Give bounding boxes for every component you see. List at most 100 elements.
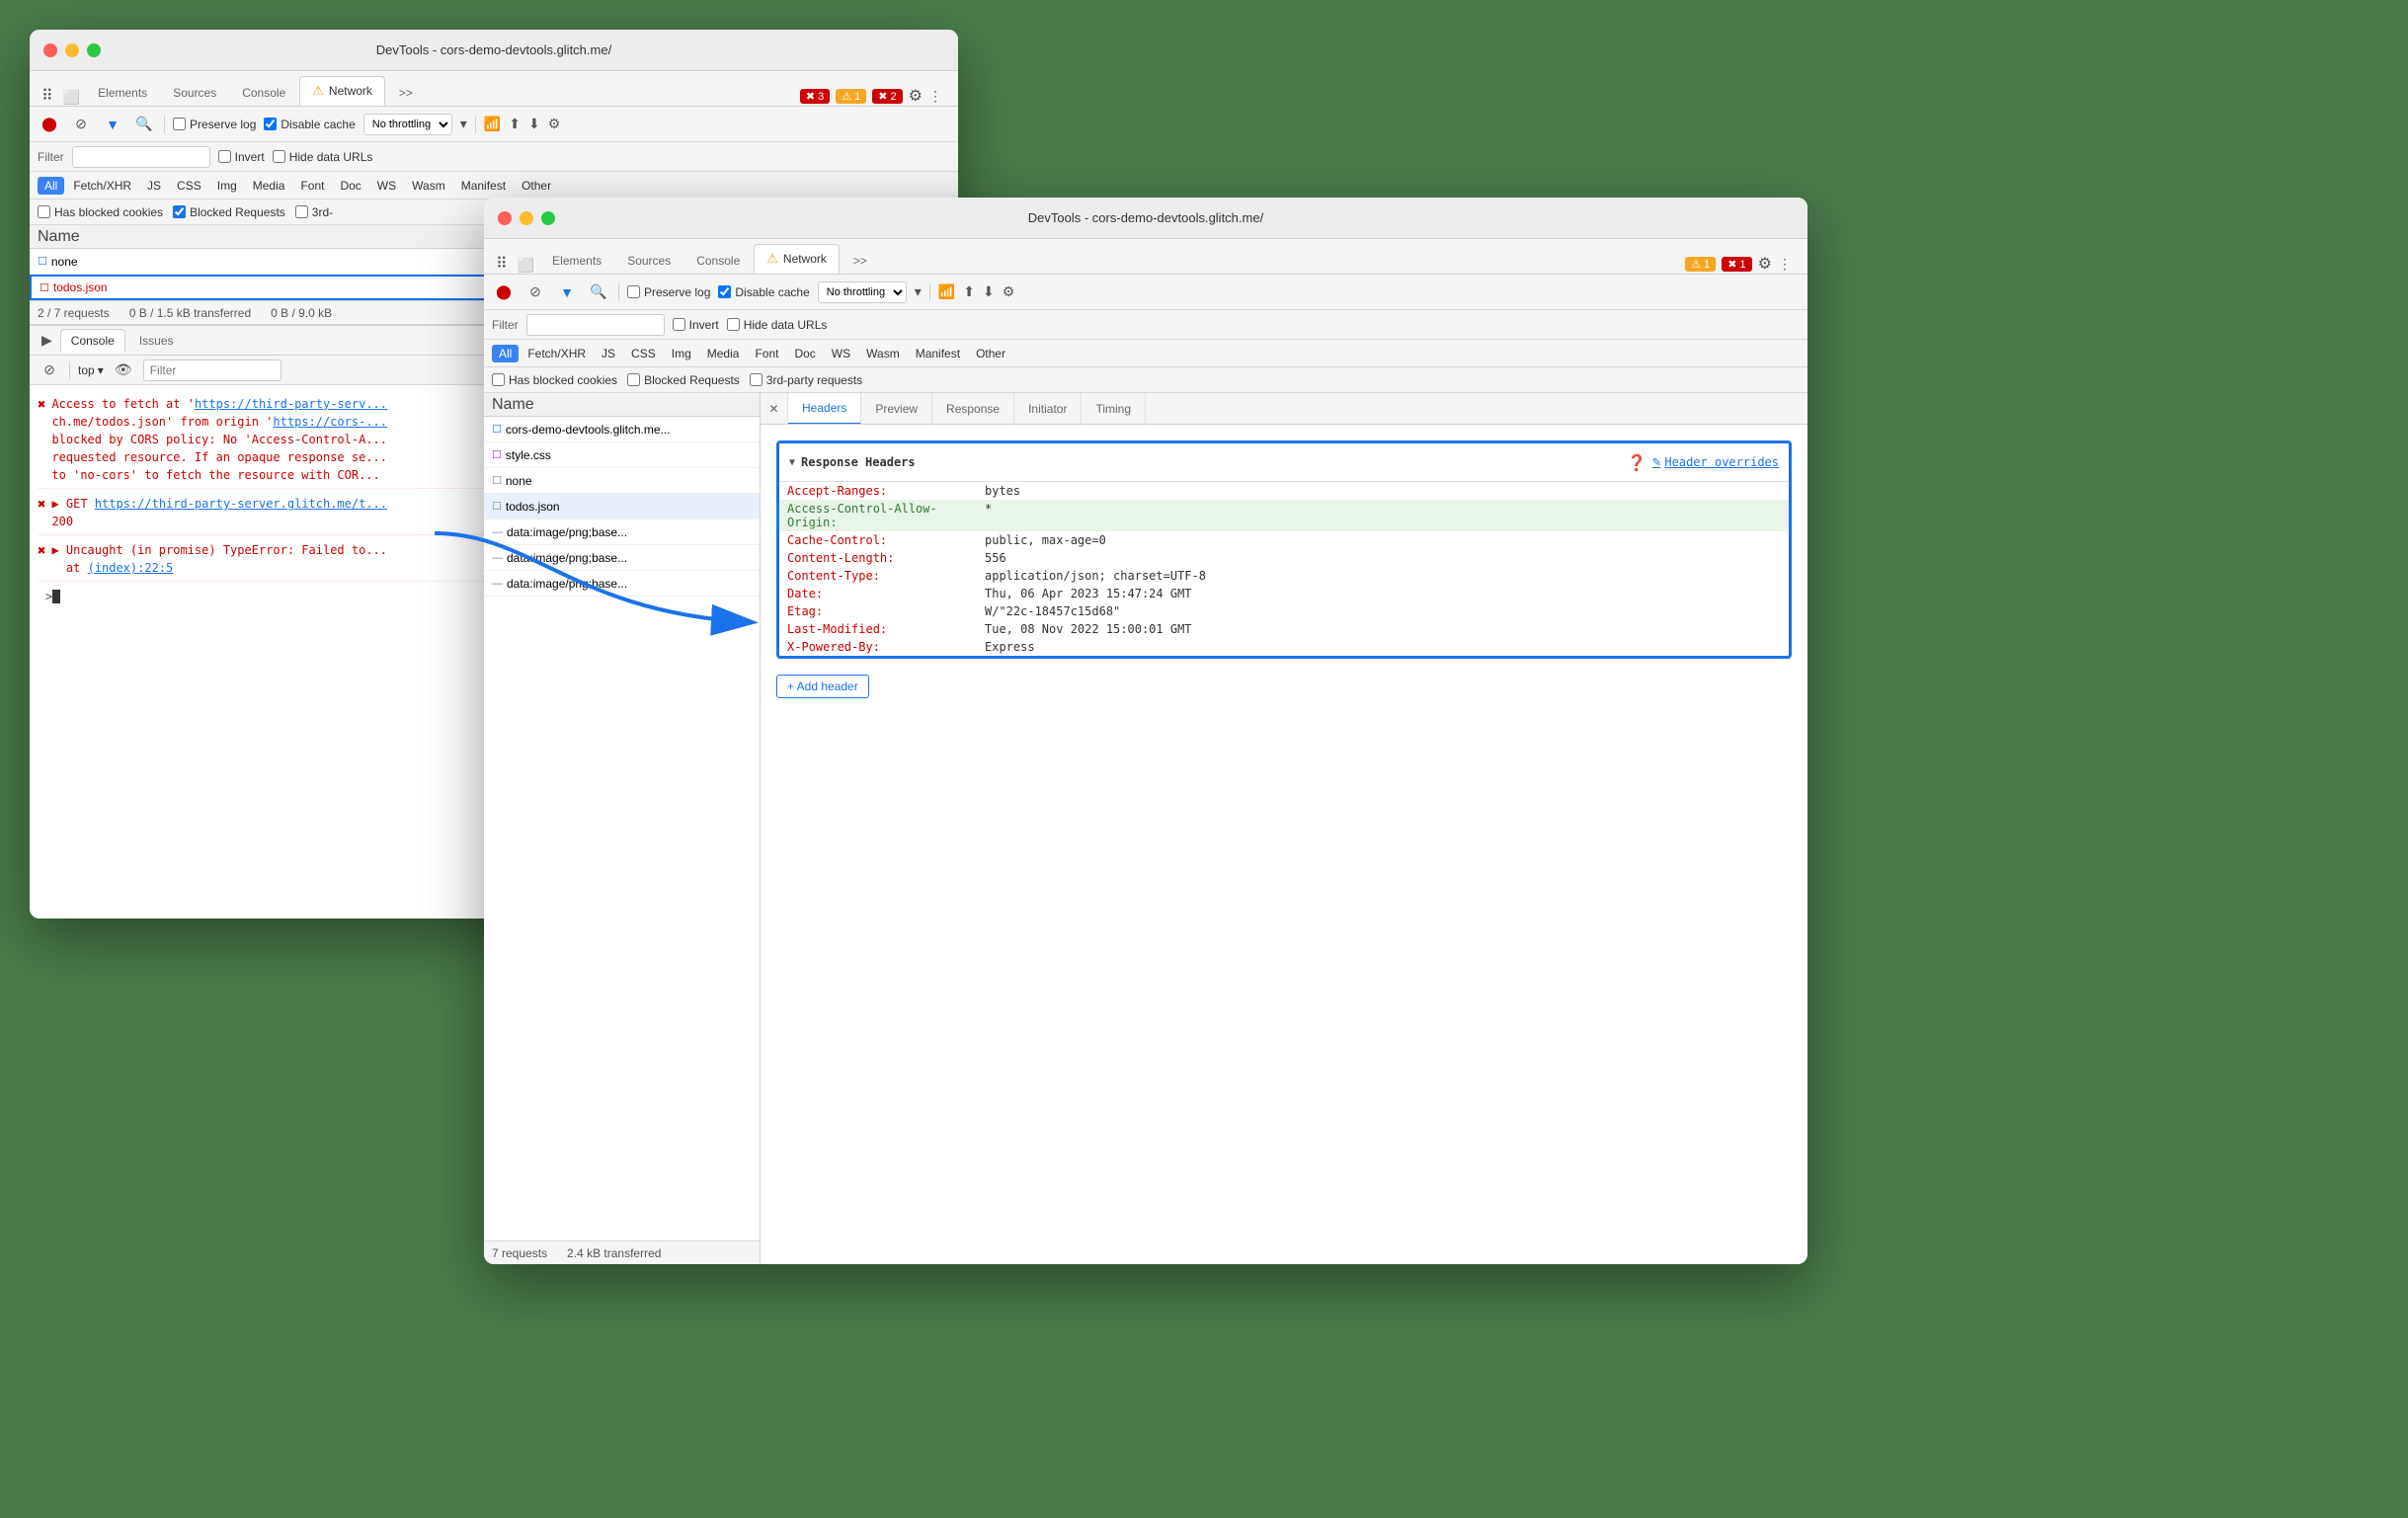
blocked-requests-cb-1[interactable] bbox=[173, 205, 186, 218]
table-row[interactable]: — data:image/png;base... bbox=[484, 545, 760, 571]
index-link-1[interactable]: (index):22:5 bbox=[88, 561, 174, 575]
clear-button-1[interactable]: ⊘ bbox=[69, 113, 93, 136]
disable-cache-checkbox-2[interactable] bbox=[718, 285, 731, 298]
add-header-button-2[interactable]: + Add header bbox=[776, 675, 869, 698]
maximize-button-1[interactable] bbox=[87, 43, 101, 57]
more-icon-2[interactable]: ⋮ bbox=[1778, 256, 1792, 273]
minimize-button-2[interactable] bbox=[520, 211, 533, 225]
origin-url-1[interactable]: https://cors-... bbox=[273, 415, 387, 429]
clear-button-2[interactable]: ⊘ bbox=[523, 280, 547, 304]
search-button-1[interactable]: 🔍 bbox=[132, 113, 156, 136]
type-other-2[interactable]: Other bbox=[969, 345, 1012, 362]
tab-console-panel-1[interactable]: Console bbox=[60, 329, 125, 353]
detail-tab-headers-2[interactable]: Headers bbox=[788, 393, 861, 425]
third-party-label-2[interactable]: 3rd-party requests bbox=[750, 373, 862, 387]
throttle-select-2[interactable]: No throttling bbox=[818, 281, 907, 303]
hide-data-urls-checkbox-2[interactable] bbox=[727, 318, 740, 331]
blocked-cookies-label-2[interactable]: Has blocked cookies bbox=[492, 373, 617, 387]
eye-icon-1[interactable]: 👁 bbox=[112, 359, 135, 382]
disable-cache-label-1[interactable]: Disable cache bbox=[264, 118, 355, 131]
blocked-requests-cb-2[interactable] bbox=[627, 373, 640, 386]
third-party-cb-1[interactable] bbox=[295, 205, 308, 218]
maximize-button-2[interactable] bbox=[541, 211, 555, 225]
fetch-url-1[interactable]: https://third-party-serv... bbox=[195, 397, 387, 411]
detail-tab-response-2[interactable]: Response bbox=[932, 393, 1014, 425]
header-overrides-btn-2[interactable]: ✎ Header overrides bbox=[1652, 454, 1779, 470]
hide-data-urls-checkbox-1[interactable] bbox=[273, 150, 285, 163]
stop-button-1[interactable]: ⬤ bbox=[38, 113, 61, 136]
settings-icon-1[interactable]: ⚙ bbox=[909, 86, 923, 106]
tab-more-1[interactable]: >> bbox=[387, 80, 425, 106]
tab-console-2[interactable]: Console bbox=[684, 248, 752, 274]
close-button-2[interactable] bbox=[498, 211, 512, 225]
tab-sources-1[interactable]: Sources bbox=[161, 80, 228, 106]
detail-tab-preview-2[interactable]: Preview bbox=[861, 393, 932, 425]
preserve-log-checkbox-1[interactable] bbox=[173, 118, 186, 130]
type-fetch-xhr-1[interactable]: Fetch/XHR bbox=[66, 177, 138, 195]
third-party-cb-2[interactable] bbox=[750, 373, 763, 386]
filter-input-2[interactable] bbox=[526, 314, 665, 336]
type-js-2[interactable]: JS bbox=[595, 345, 622, 362]
type-other-1[interactable]: Other bbox=[515, 177, 558, 195]
console-filter-1[interactable] bbox=[143, 360, 281, 381]
preserve-log-checkbox-2[interactable] bbox=[627, 285, 640, 298]
tab-network-1[interactable]: ⚠ Network bbox=[299, 76, 385, 106]
type-manifest-2[interactable]: Manifest bbox=[909, 345, 967, 362]
more-icon-1[interactable]: ⋮ bbox=[928, 88, 942, 105]
type-wasm-1[interactable]: Wasm bbox=[405, 177, 452, 195]
table-row[interactable]: ☐ style.css bbox=[484, 442, 760, 468]
tab-issues-1[interactable]: Issues bbox=[129, 330, 184, 352]
hide-data-urls-label-1[interactable]: Hide data URLs bbox=[273, 150, 373, 164]
invert-label-1[interactable]: Invert bbox=[218, 150, 265, 164]
type-media-1[interactable]: Media bbox=[246, 177, 292, 195]
blocked-requests-label-1[interactable]: Blocked Requests bbox=[173, 205, 285, 219]
filter-icon-1[interactable]: ▼ bbox=[101, 113, 124, 136]
type-ws-1[interactable]: WS bbox=[370, 177, 403, 195]
third-party-label-1[interactable]: 3rd- bbox=[295, 205, 333, 219]
hide-data-urls-label-2[interactable]: Hide data URLs bbox=[727, 318, 828, 332]
blocked-cookies-cb-1[interactable] bbox=[38, 205, 50, 218]
settings-icon2-1[interactable]: ⚙ bbox=[548, 116, 561, 132]
type-fetch-xhr-2[interactable]: Fetch/XHR bbox=[521, 345, 593, 362]
tab-more-2[interactable]: >> bbox=[842, 248, 879, 274]
blocked-cookies-label-1[interactable]: Has blocked cookies bbox=[38, 205, 163, 219]
type-css-1[interactable]: CSS bbox=[170, 177, 208, 195]
table-row[interactable]: — data:image/png;base... bbox=[484, 519, 760, 545]
type-doc-2[interactable]: Doc bbox=[787, 345, 822, 362]
type-img-2[interactable]: Img bbox=[665, 345, 698, 362]
tab-network-2[interactable]: ⚠ Network bbox=[754, 244, 840, 274]
table-row[interactable]: ☐ todos.json bbox=[484, 494, 760, 519]
type-all-2[interactable]: All bbox=[492, 345, 519, 362]
type-doc-1[interactable]: Doc bbox=[333, 177, 367, 195]
table-row[interactable]: ☐ cors-demo-devtools.glitch.me... bbox=[484, 417, 760, 442]
help-icon-2[interactable]: ❓ bbox=[1627, 453, 1646, 472]
close-detail-btn-2[interactable]: ✕ bbox=[761, 393, 788, 425]
type-wasm-2[interactable]: Wasm bbox=[859, 345, 907, 362]
get-url-1[interactable]: https://third-party-server.glitch.me/t..… bbox=[95, 497, 387, 511]
settings-icon-2[interactable]: ⚙ bbox=[1758, 254, 1772, 274]
type-font-2[interactable]: Font bbox=[748, 345, 785, 362]
throttle-select-1[interactable]: No throttling bbox=[363, 114, 452, 135]
invert-label-2[interactable]: Invert bbox=[673, 318, 719, 332]
top-selector-1[interactable]: top ▾ bbox=[78, 363, 104, 377]
close-button-1[interactable] bbox=[43, 43, 57, 57]
filter-icon-2[interactable]: ▼ bbox=[555, 280, 579, 304]
detail-tab-initiator-2[interactable]: Initiator bbox=[1014, 393, 1082, 425]
blocked-requests-label-2[interactable]: Blocked Requests bbox=[627, 373, 740, 387]
stop-button-2[interactable]: ⬤ bbox=[492, 280, 516, 304]
filter-input-1[interactable] bbox=[72, 146, 210, 168]
detail-tab-timing-2[interactable]: Timing bbox=[1082, 393, 1146, 425]
disable-cache-label-2[interactable]: Disable cache bbox=[718, 285, 809, 299]
preserve-log-label-2[interactable]: Preserve log bbox=[627, 285, 710, 299]
type-manifest-1[interactable]: Manifest bbox=[454, 177, 513, 195]
invert-checkbox-1[interactable] bbox=[218, 150, 231, 163]
tab-elements-2[interactable]: Elements bbox=[540, 248, 613, 274]
tab-elements-1[interactable]: Elements bbox=[86, 80, 159, 106]
type-js-1[interactable]: JS bbox=[140, 177, 168, 195]
type-all-1[interactable]: All bbox=[38, 177, 64, 195]
type-ws-2[interactable]: WS bbox=[825, 345, 857, 362]
tab-sources-2[interactable]: Sources bbox=[615, 248, 682, 274]
invert-checkbox-2[interactable] bbox=[673, 318, 685, 331]
disable-cache-checkbox-1[interactable] bbox=[264, 118, 277, 130]
table-row[interactable]: ☐ none bbox=[484, 468, 760, 494]
